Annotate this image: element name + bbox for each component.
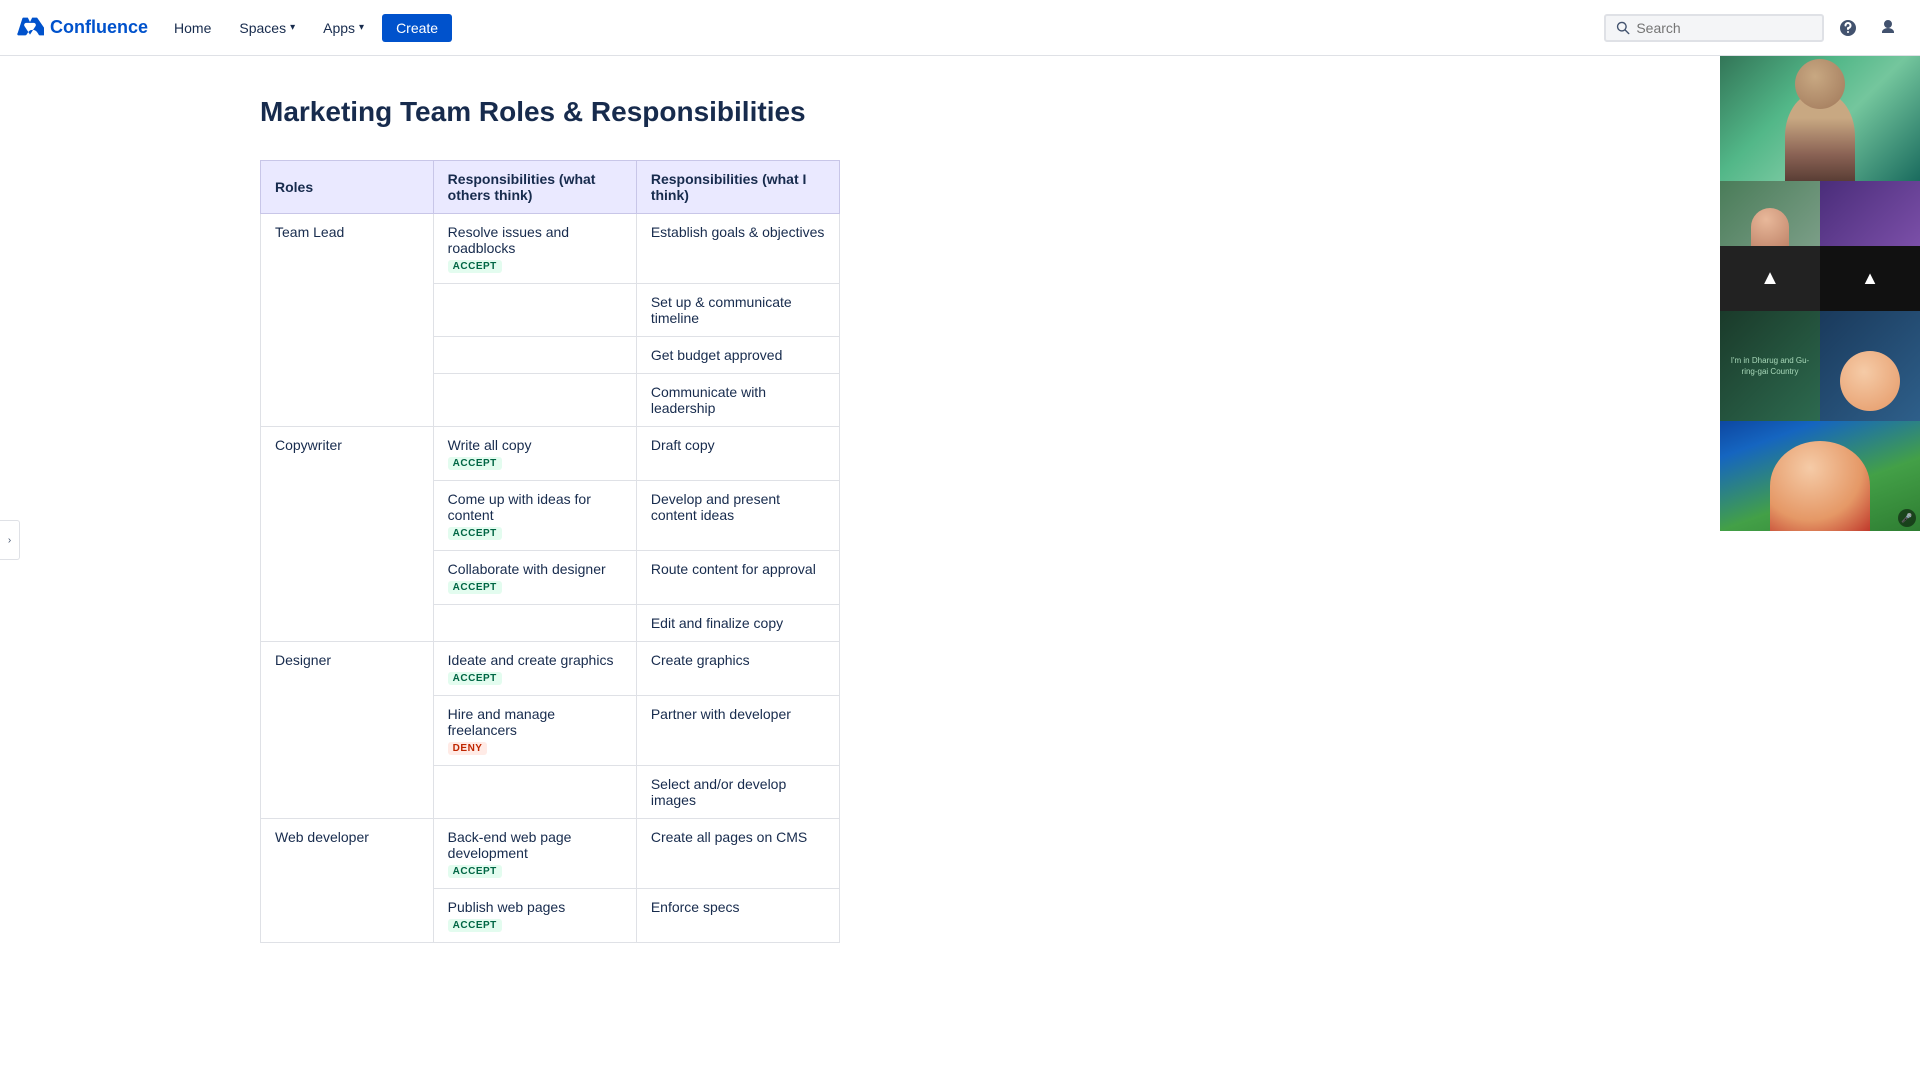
header-resp-others: Responsibilities (what others think) — [433, 161, 636, 214]
search-input[interactable] — [1636, 20, 1812, 36]
video-grid-1: ▲ ▲ — [1720, 181, 1920, 311]
table-row: CopywriterWrite all copyACCEPTDraft copy — [261, 427, 840, 481]
nav-right — [1604, 12, 1904, 44]
help-button[interactable] — [1832, 12, 1864, 44]
header-roles: Roles — [261, 161, 434, 214]
sidebar-toggle[interactable]: › — [0, 520, 20, 560]
user-icon — [1878, 18, 1898, 38]
resp-others-cell: Hire and manage freelancersDENY — [433, 696, 636, 766]
video-tile-large: 🎤 — [1720, 421, 1920, 531]
resp-mine-cell: Communicate with leadership — [636, 374, 839, 427]
resp-mine-cell: Edit and finalize copy — [636, 605, 839, 642]
badge-accept: ACCEPT — [448, 865, 502, 878]
resp-mine-cell: Create all pages on CMS — [636, 819, 839, 889]
navbar: Confluence Home Spaces ▾ Apps ▾ Create — [0, 0, 1920, 56]
resp-mine-cell: Develop and present content ideas — [636, 481, 839, 551]
video-tile-1 — [1720, 36, 1920, 181]
confluence-logo[interactable]: Confluence — [16, 14, 148, 42]
role-cell: Copywriter — [261, 427, 434, 642]
video-tile-2b — [1820, 181, 1920, 246]
role-cell: Team Lead — [261, 214, 434, 427]
resp-others-cell — [433, 337, 636, 374]
video-panel: ▲ ▲ I'm in Dharug and Gu-ring-gai Countr… — [1720, 36, 1920, 531]
resp-mine-cell: Set up & communicate timeline — [636, 284, 839, 337]
table-row: Team LeadResolve issues and roadblocksAC… — [261, 214, 840, 284]
table-wrapper: Roles Responsibilities (what others thin… — [260, 160, 1160, 943]
role-cell: Web developer — [261, 819, 434, 943]
resp-mine-cell: Enforce specs — [636, 889, 839, 943]
video-tile-2d: ▲ — [1820, 246, 1920, 311]
help-icon — [1838, 18, 1858, 38]
resp-others-cell — [433, 766, 636, 819]
badge-accept: ACCEPT — [448, 919, 502, 932]
resp-mine-cell: Create graphics — [636, 642, 839, 696]
badge-accept: ACCEPT — [448, 457, 502, 470]
video-tile-2c: ▲ — [1720, 246, 1820, 311]
nav-home[interactable]: Home — [164, 12, 221, 44]
nav-apps[interactable]: Apps ▾ — [313, 12, 374, 44]
video-tile-2a — [1720, 181, 1820, 246]
badge-accept: ACCEPT — [448, 260, 502, 273]
resp-others-cell — [433, 605, 636, 642]
video-country-cell: I'm in Dharug and Gu-ring-gai Country — [1720, 311, 1820, 421]
header-resp-mine: Responsibilities (what I think) — [636, 161, 839, 214]
resp-mine-cell: Select and/or develop images — [636, 766, 839, 819]
resp-others-cell: Ideate and create graphicsACCEPT — [433, 642, 636, 696]
badge-deny: DENY — [448, 742, 488, 755]
apps-chevron-icon: ▾ — [359, 22, 364, 33]
search-icon — [1616, 20, 1630, 36]
badge-accept: ACCEPT — [448, 527, 502, 540]
resp-others-cell — [433, 284, 636, 337]
resp-mine-cell: Partner with developer — [636, 696, 839, 766]
resp-others-cell: Collaborate with designerACCEPT — [433, 551, 636, 605]
page-title: Marketing Team Roles & Responsibilities — [60, 96, 1200, 128]
resp-mine-cell: Draft copy — [636, 427, 839, 481]
main-content: Marketing Team Roles & Responsibilities … — [0, 56, 1260, 983]
resp-others-cell: Write all copyACCEPT — [433, 427, 636, 481]
resp-others-cell — [433, 374, 636, 427]
table-row: Web developerBack-end web page developme… — [261, 819, 840, 889]
spaces-chevron-icon: ▾ — [290, 22, 295, 33]
search-box[interactable] — [1604, 14, 1824, 42]
resp-others-cell: Resolve issues and roadblocksACCEPT — [433, 214, 636, 284]
resp-mine-cell: Establish goals & objectives — [636, 214, 839, 284]
resp-mine-cell: Route content for approval — [636, 551, 839, 605]
roles-table: Roles Responsibilities (what others thin… — [260, 160, 840, 943]
resp-others-cell: Back-end web page developmentACCEPT — [433, 819, 636, 889]
table-row: DesignerIdeate and create graphicsACCEPT… — [261, 642, 840, 696]
video-row-3: I'm in Dharug and Gu-ring-gai Country — [1720, 311, 1920, 421]
video-person-cell-3 — [1820, 311, 1920, 421]
nav-spaces[interactable]: Spaces ▾ — [229, 12, 305, 44]
resp-others-cell: Publish web pagesACCEPT — [433, 889, 636, 943]
role-cell: Designer — [261, 642, 434, 819]
mic-icon: 🎤 — [1898, 509, 1916, 527]
resp-mine-cell: Get budget approved — [636, 337, 839, 374]
badge-accept: ACCEPT — [448, 581, 502, 594]
signin-button[interactable] — [1872, 12, 1904, 44]
resp-others-cell: Come up with ideas for contentACCEPT — [433, 481, 636, 551]
create-button[interactable]: Create — [382, 14, 452, 42]
badge-accept: ACCEPT — [448, 672, 502, 685]
